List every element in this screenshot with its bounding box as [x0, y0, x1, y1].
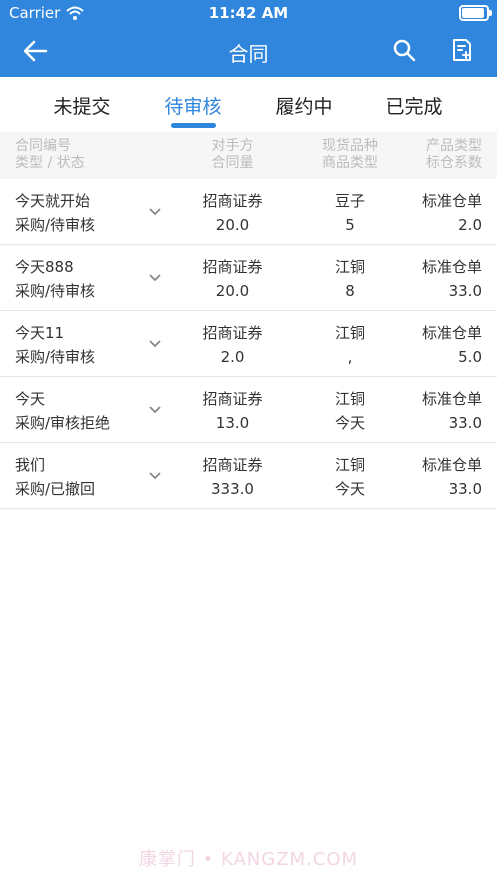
chevron-down-icon[interactable] — [148, 405, 162, 415]
product-type: 标准仓单 — [421, 324, 482, 342]
contract-status: 采购/待审核 — [15, 282, 96, 300]
quantity: 20.0 — [215, 216, 250, 234]
quantity: 20.0 — [215, 282, 250, 300]
goods-type: , — [347, 348, 353, 366]
watermark: 康掌门 • KANGZM.COM — [138, 849, 359, 870]
contract-status: 采购/待审核 — [15, 348, 96, 366]
counterparty: 招商证券 — [202, 192, 263, 210]
contract-number: 今天11 — [15, 324, 65, 342]
status-tabs: 未提交 待审核 履约中 已完成 — [0, 77, 497, 132]
tab-pending-review[interactable]: 待审核 — [138, 92, 248, 119]
page-title: 合同 — [228, 42, 269, 66]
status-time: 11:42 AM — [208, 4, 289, 22]
goods-type: 8 — [345, 282, 355, 300]
header-variety: 现货品种 — [322, 138, 378, 154]
product-type: 标准仓单 — [421, 192, 482, 210]
chevron-down-icon[interactable] — [148, 273, 162, 283]
product-type: 标准仓单 — [421, 390, 482, 408]
counterparty: 招商证券 — [202, 390, 263, 408]
header-goods-type: 商品类型 — [322, 155, 378, 171]
coefficient: 33.0 — [448, 414, 482, 432]
product-type: 标准仓单 — [421, 258, 482, 276]
product-type: 标准仓单 — [421, 456, 482, 474]
table-row[interactable]: 今天888 采购/待审核 招商证券 20.0 江铜 8 标准仓单 33.0 — [0, 245, 497, 311]
counterparty: 招商证券 — [202, 258, 263, 276]
variety: 江铜 — [334, 324, 365, 342]
app-header: Carrier 11:42 AM 合同 — [0, 0, 497, 77]
variety: 江铜 — [334, 390, 365, 408]
counterparty: 招商证券 — [202, 456, 263, 474]
variety: 江铜 — [334, 456, 365, 474]
contract-number: 今天888 — [15, 258, 74, 276]
table-row[interactable]: 今天就开始 采购/待审核 招商证券 20.0 豆子 5 标准仓单 2.0 — [0, 179, 497, 245]
coefficient: 2.0 — [458, 216, 482, 234]
goods-type: 5 — [345, 216, 355, 234]
table-row[interactable]: 今天 采购/审核拒绝 招商证券 13.0 江铜 今天 标准仓单 33.0 — [0, 377, 497, 443]
active-tab-indicator — [171, 123, 216, 128]
quantity: 2.0 — [220, 348, 245, 366]
coefficient: 33.0 — [448, 282, 482, 300]
contract-number: 我们 — [15, 456, 46, 474]
coefficient: 5.0 — [458, 348, 482, 366]
counterparty: 招商证券 — [202, 324, 263, 342]
quantity: 13.0 — [215, 414, 250, 432]
header-type-status: 类型 / 状态 — [15, 155, 85, 171]
tab-not-submitted[interactable]: 未提交 — [27, 92, 137, 119]
coefficient: 33.0 — [448, 480, 482, 498]
header-product-type: 产品类型 — [426, 138, 482, 154]
table-row[interactable]: 今天11 采购/待审核 招商证券 2.0 江铜 , 标准仓单 5.0 — [0, 311, 497, 377]
tab-in-performance[interactable]: 履约中 — [249, 92, 359, 119]
contract-status: 采购/审核拒绝 — [15, 414, 111, 432]
table-header: 合同编号 类型 / 状态 对手方 合同量 现货品种 商品类型 产品类型 标仓系数 — [0, 132, 497, 179]
table-row[interactable]: 我们 采购/已撤回 招商证券 333.0 江铜 今天 标准仓单 33.0 — [0, 443, 497, 509]
header-counterparty: 对手方 — [211, 138, 254, 154]
goods-type: 今天 — [334, 414, 365, 432]
add-document-icon[interactable] — [451, 38, 473, 62]
variety: 豆子 — [334, 192, 365, 210]
battery-icon — [459, 5, 492, 21]
nav-bar: 合同 — [0, 26, 497, 77]
variety: 江铜 — [334, 258, 365, 276]
tab-completed[interactable]: 已完成 — [359, 92, 469, 119]
chevron-down-icon[interactable] — [148, 339, 162, 349]
contract-list: 今天就开始 采购/待审核 招商证券 20.0 豆子 5 标准仓单 2.0 今天8… — [0, 179, 497, 509]
chevron-down-icon[interactable] — [148, 207, 162, 217]
status-bar: Carrier 11:42 AM — [0, 0, 497, 26]
header-quantity: 合同量 — [211, 155, 254, 171]
contract-status: 采购/待审核 — [15, 216, 96, 234]
quantity: 333.0 — [211, 480, 254, 498]
header-contract-number: 合同编号 — [15, 138, 71, 154]
contract-number: 今天就开始 — [15, 192, 91, 210]
search-icon[interactable] — [392, 38, 416, 62]
goods-type: 今天 — [334, 480, 365, 498]
header-coefficient: 标仓系数 — [426, 155, 482, 171]
contract-status: 采购/已撤回 — [15, 480, 96, 498]
chevron-down-icon[interactable] — [148, 471, 162, 481]
contract-number: 今天 — [15, 390, 46, 408]
